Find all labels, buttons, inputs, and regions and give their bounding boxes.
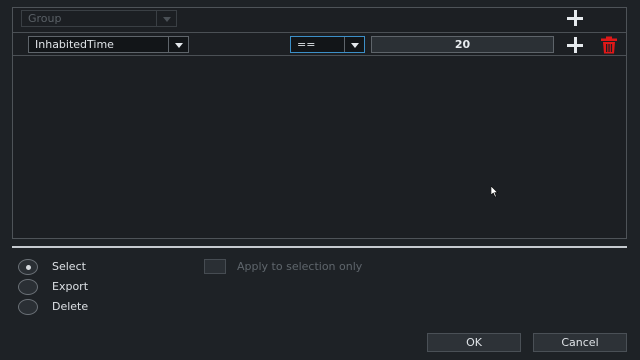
- radio-circle: [18, 299, 38, 315]
- operator-dropdown[interactable]: ==: [290, 36, 365, 53]
- radio-export-label: Export: [52, 280, 89, 293]
- mouse-cursor-icon: [491, 186, 499, 198]
- group-row: Group: [13, 8, 626, 30]
- cancel-button[interactable]: Cancel: [533, 333, 627, 352]
- delete-condition-button[interactable]: [600, 36, 618, 54]
- condition-field-dropdown[interactable]: InhabitedTime: [28, 36, 189, 53]
- operator-label: ==: [297, 38, 316, 51]
- condition-row: InhabitedTime == 20: [13, 32, 626, 56]
- cancel-button-label: Cancel: [561, 336, 599, 349]
- filter-panel: Group InhabitedTime == 20: [12, 7, 627, 239]
- chevron-down-icon: [156, 11, 176, 26]
- trash-icon: [601, 36, 617, 54]
- radio-delete-label: Delete: [52, 300, 89, 313]
- chevron-down-icon: [168, 37, 188, 52]
- filter-dialog: Group InhabitedTime == 20 Select Export …: [0, 0, 640, 360]
- radio-circle: [18, 259, 38, 275]
- add-group-button[interactable]: [566, 9, 584, 27]
- radio-circle: [18, 279, 38, 295]
- group-field-label: Group: [28, 12, 62, 25]
- value-input[interactable]: 20: [371, 36, 554, 53]
- condition-field-label: InhabitedTime: [35, 38, 114, 51]
- ok-button[interactable]: OK: [427, 333, 521, 352]
- add-condition-button[interactable]: [566, 36, 584, 54]
- chevron-down-icon: [344, 37, 364, 52]
- group-field-dropdown: Group: [21, 10, 177, 27]
- radio-select-label: Select: [52, 260, 86, 273]
- separator: [12, 246, 627, 248]
- checkbox-box: [204, 259, 226, 274]
- ok-button-label: OK: [466, 336, 482, 349]
- apply-to-selection-label: Apply to selection only: [237, 260, 363, 273]
- value-text: 20: [454, 38, 471, 51]
